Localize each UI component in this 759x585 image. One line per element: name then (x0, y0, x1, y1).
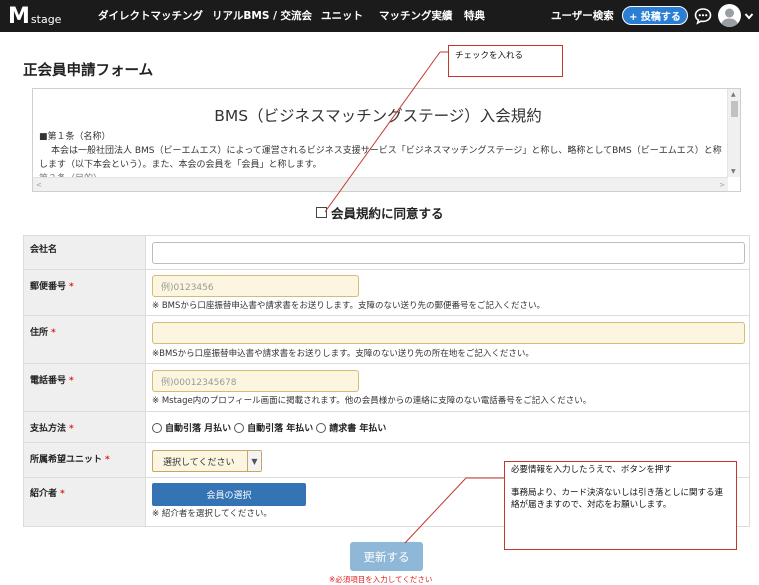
chat-bubble-icon[interactable] (694, 7, 712, 25)
unit-select-value: 選択してください (163, 457, 235, 468)
user-silhouette-icon (721, 8, 738, 27)
update-button[interactable]: 更新する (350, 542, 423, 571)
payment-option-monthly[interactable]: 自動引落 月払い (152, 421, 231, 434)
scroll-down-icon[interactable]: ▼ (731, 168, 736, 175)
scroll-left-icon[interactable]: < (36, 181, 42, 189)
callout-check-instruction: チェックを入れる (448, 45, 563, 77)
select-member-button[interactable]: 会員の選択 (152, 483, 306, 506)
submit-required-note: ※必須項目を入力してください (329, 575, 433, 584)
referrer-note: ※ 紹介者を選択してください。 (152, 509, 272, 519)
payment-option-yearly[interactable]: 自動引落 年払い (234, 421, 313, 434)
user-avatar[interactable] (718, 4, 741, 27)
phone-label: 電話番号 (30, 376, 67, 386)
scroll-right-icon[interactable]: > (719, 181, 725, 189)
chevron-down-icon[interactable] (744, 11, 754, 21)
vertical-scrollbar[interactable]: ▲ ▼ (727, 89, 740, 177)
logo-letter: M (8, 4, 30, 29)
top-navbar: M stage ダイレクトマッチング リアルBMS / 交流会 ユニット マッチ… (0, 0, 759, 32)
nav-direct-matching[interactable]: ダイレクトマッチング (98, 8, 203, 23)
mstage-logo[interactable]: M stage (8, 4, 61, 28)
nav-benefits[interactable]: 特典 (464, 8, 485, 23)
terms-article-heading: ■第１条（名称） (39, 132, 111, 142)
page-title: 正会員申請フォーム (23, 63, 154, 79)
agree-terms-checkbox[interactable]: 会員規約に同意する (316, 203, 444, 222)
nav-real-bms[interactable]: リアルBMS / 交流会 (212, 8, 312, 23)
required-mark: * (69, 424, 74, 434)
scroll-up-icon[interactable]: ▲ (731, 91, 736, 98)
checkbox-square[interactable] (316, 207, 327, 218)
phone-note: ※ Mstage内のプロフィール画面に掲載されます。他の会員様からの連絡に支障の… (152, 396, 592, 406)
postal-label: 郵便番号 (30, 282, 67, 292)
nav-user-search[interactable]: ユーザー検索 (551, 8, 614, 23)
callout-submit-line2: 事務局より、カード決済ないしは引き落としに関する連絡が届きますので、対応をお願い… (511, 488, 723, 510)
callout-submit-line1: 必要情報を入力したうえで、ボタンを押す (511, 465, 672, 475)
payment-radio-group: 自動引落 月払い 自動引落 年払い 請求書 年払い (152, 421, 389, 434)
phone-input[interactable]: 例)00012345678 (152, 370, 359, 392)
row-phone: 電話番号 * 例)00012345678 ※ Mstage内のプロフィール画面に掲… (23, 364, 750, 412)
address-label: 住所 (30, 328, 49, 338)
terms-scroll-box[interactable]: BMS（ビジネスマッチングステージ）入会規約 ■第１条（名称） 本会は一般社団法… (32, 88, 741, 192)
postal-input[interactable]: 例)0123456 (152, 275, 359, 297)
payment-label: 支払方法 (30, 424, 67, 434)
row-postal: 郵便番号 * 例)0123456 ※ BMSから口座振替申込書や請求書をお送りしま… (23, 270, 750, 316)
scrollbar-thumb[interactable] (731, 101, 738, 117)
terms-article-text: 本会は一般社団法人 BMS（ビーエムエス）によって運営されるビジネス支援サービス… (39, 146, 722, 170)
unit-label: 所属希望ユニット (30, 455, 103, 465)
required-mark: * (105, 455, 110, 465)
required-mark: * (60, 489, 65, 499)
nav-unit[interactable]: ユニット (321, 8, 363, 23)
chevron-down-icon[interactable]: ▼ (247, 451, 261, 471)
required-mark: * (69, 282, 74, 292)
logo-text: stage (30, 13, 62, 26)
agree-terms-label: 会員規約に同意する (331, 206, 444, 221)
unit-select[interactable]: 選択してください ▼ (152, 450, 262, 472)
company-input[interactable] (152, 242, 745, 264)
payment-option-invoice[interactable]: 請求書 年払い (316, 421, 386, 434)
company-label: 会社名 (30, 245, 58, 255)
horizontal-scrollbar[interactable]: < > (33, 177, 728, 191)
postal-note: ※ BMSから口座振替申込書や請求書をお送りします。支障のない送り先の郵便番号を… (152, 301, 546, 311)
post-button[interactable]: + 投稿する (622, 6, 688, 25)
row-payment: 支払方法 * 自動引落 月払い 自動引落 年払い 請求書 年払い (23, 412, 750, 443)
required-mark: * (69, 376, 74, 386)
row-company: 会社名 (23, 236, 750, 270)
address-input[interactable] (152, 322, 745, 344)
callout-submit-instruction: 必要情報を入力したうえで、ボタンを押す 事務局より、カード決済ないしは引き落とし… (504, 461, 737, 550)
terms-title: BMS（ビジネスマッチングステージ）入会規約 (214, 107, 542, 125)
required-mark: * (51, 328, 56, 338)
referrer-label: 紹介者 (30, 489, 58, 499)
row-address: 住所 * ※BMSから口座振替申込書や請求書をお送りします。支障のない送り先の所在… (23, 316, 750, 364)
nav-matching-results[interactable]: マッチング実績 (379, 8, 453, 23)
address-note: ※BMSから口座振替申込書や請求書をお送りします。支障のない送り先の所在地をご記… (152, 349, 534, 359)
